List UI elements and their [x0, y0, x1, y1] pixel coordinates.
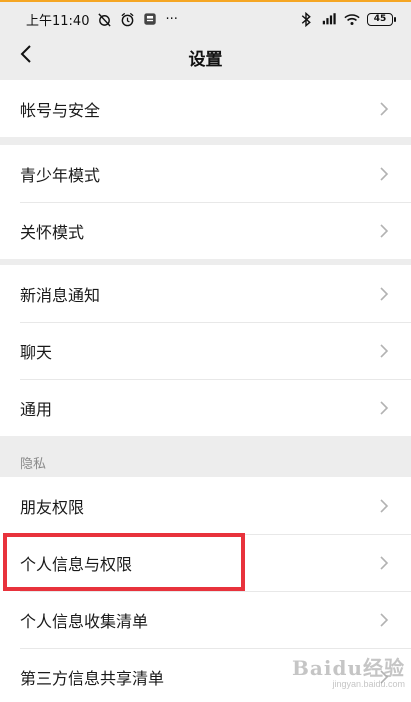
- settings-item-label: 关怀模式: [20, 222, 85, 242]
- alarm-off-icon: [96, 11, 112, 27]
- settings-item-label: 聊天: [20, 342, 53, 362]
- settings-item-label: 帐号与安全: [20, 100, 101, 120]
- settings-item-teen-mode[interactable]: 青少年模式: [0, 145, 411, 202]
- settings-item-label: 朋友权限: [20, 497, 85, 517]
- notes-app-icon: [142, 11, 158, 27]
- settings-item-account-security[interactable]: 帐号与安全: [0, 80, 411, 137]
- alarm-clock-icon: [119, 11, 135, 27]
- settings-group-general: 新消息通知 聊天 通用: [0, 265, 411, 436]
- settings-group-modes: 青少年模式 关怀模式: [0, 145, 411, 259]
- chevron-right-icon: [380, 612, 389, 627]
- chevron-right-icon: [380, 286, 389, 301]
- settings-item-personal-info-permissions[interactable]: 个人信息与权限: [0, 534, 411, 591]
- chevron-right-icon: [380, 343, 389, 358]
- settings-item-third-party-sharing-list[interactable]: 第三方信息共享清单: [0, 648, 411, 702]
- settings-item-chat[interactable]: 聊天: [0, 322, 411, 379]
- page-title: 设置: [188, 49, 223, 70]
- status-time: 上午11:40: [26, 13, 90, 29]
- settings-group-account: 帐号与安全: [0, 80, 411, 137]
- settings-group-privacy: 朋友权限 个人信息与权限 个人信息收集清单 第三方信息共享清单: [0, 477, 411, 702]
- battery-icon: 45: [367, 12, 396, 26]
- settings-item-label: 新消息通知: [20, 285, 101, 305]
- settings-item-personal-info-collection-list[interactable]: 个人信息收集清单: [0, 591, 411, 648]
- chevron-right-icon: [380, 223, 389, 238]
- settings-item-label: 青少年模式: [20, 165, 101, 185]
- nav-bar: 设置: [0, 36, 411, 78]
- chevron-right-icon: [380, 400, 389, 415]
- settings-item-friend-permissions[interactable]: 朋友权限: [0, 477, 411, 534]
- chevron-right-icon: [380, 555, 389, 570]
- chevron-right-icon: [380, 166, 389, 181]
- settings-item-label: 第三方信息共享清单: [20, 668, 165, 688]
- settings-item-care-mode[interactable]: 关怀模式: [0, 202, 411, 259]
- settings-item-label: 通用: [20, 399, 53, 419]
- hd-signal-icon: [321, 11, 337, 27]
- settings-item-label: 个人信息与权限: [20, 554, 133, 574]
- settings-item-label: 个人信息收集清单: [20, 611, 149, 631]
- wifi-icon: [344, 11, 360, 27]
- bluetooth-icon: [298, 11, 314, 27]
- back-button[interactable]: [12, 40, 40, 72]
- settings-item-notifications[interactable]: 新消息通知: [0, 265, 411, 322]
- chevron-right-icon: [380, 669, 389, 684]
- chevron-right-icon: [380, 498, 389, 513]
- status-bar: 上午11:40 ··· 45: [0, 2, 411, 36]
- chevron-left-icon: [20, 44, 32, 68]
- chevron-right-icon: [380, 101, 389, 116]
- settings-item-general[interactable]: 通用: [0, 379, 411, 436]
- section-label-privacy: 隐私: [20, 457, 47, 472]
- status-more: ···: [165, 11, 178, 27]
